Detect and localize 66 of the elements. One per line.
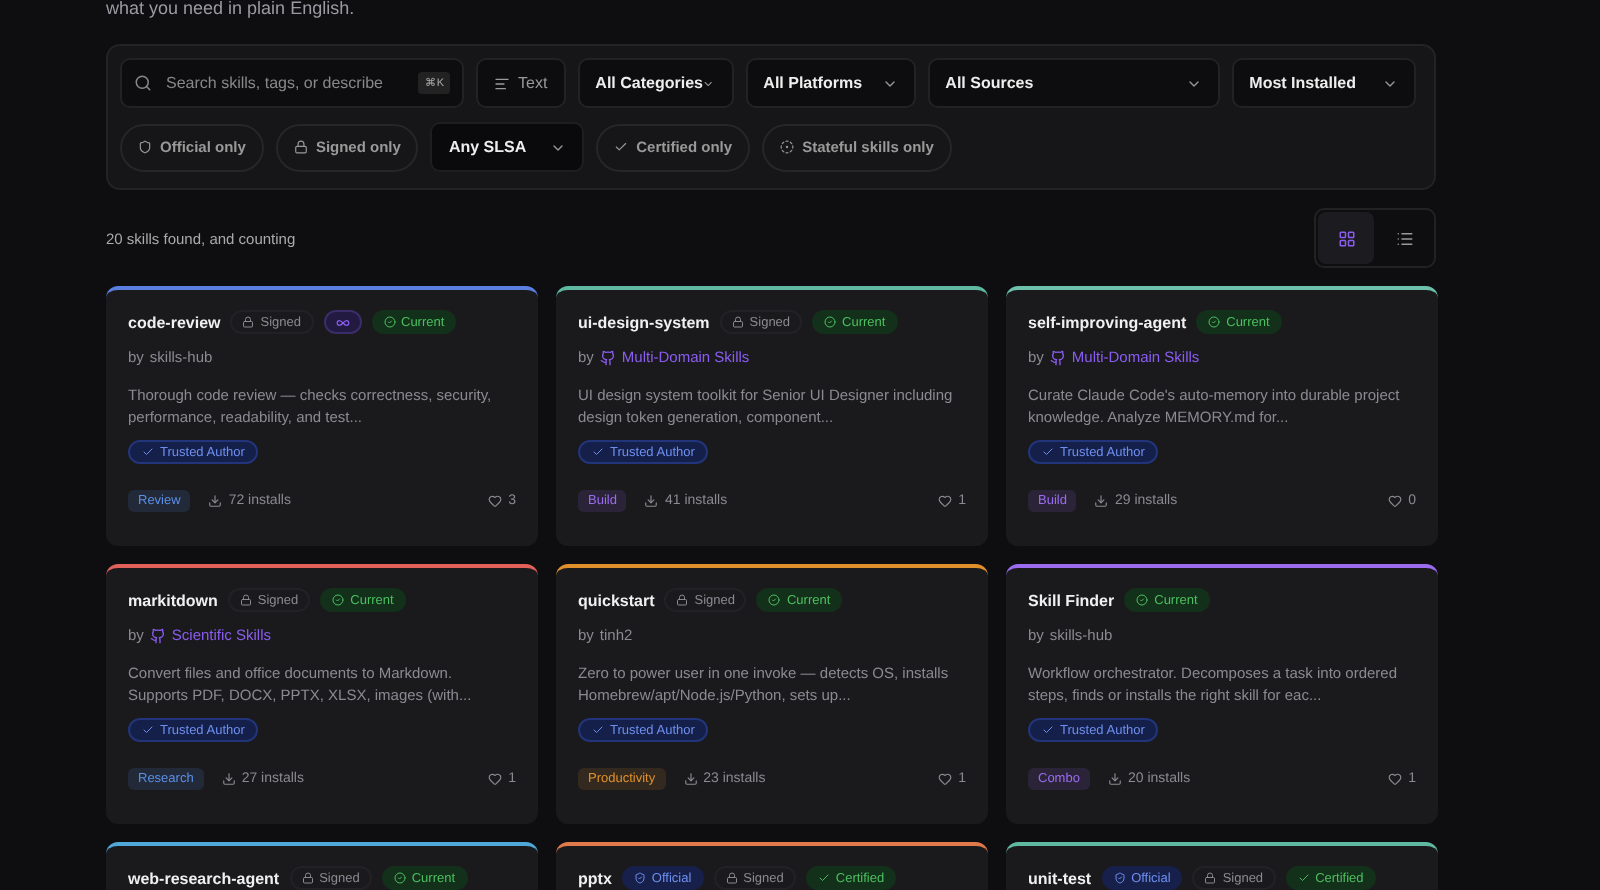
skill-title: Skill Finder xyxy=(1028,591,1115,609)
skill-title: ui-design-system xyxy=(578,313,710,331)
check-circle-icon xyxy=(332,594,345,606)
filter-select[interactable]: All Categories xyxy=(577,58,734,108)
check-icon xyxy=(1042,724,1054,736)
check-icon xyxy=(142,724,154,736)
search-field[interactable]: Search skills, tags, or describe xyxy=(162,72,409,94)
intro-text: what you need in plain English. xyxy=(106,0,357,20)
chip-icon xyxy=(780,140,795,154)
filter-select[interactable]: All Platforms xyxy=(745,58,916,108)
check-icon xyxy=(1042,446,1054,458)
heart-icon xyxy=(1388,494,1403,508)
download-icon xyxy=(683,772,698,786)
search-icon xyxy=(134,74,152,92)
grid-view-button[interactable] xyxy=(1318,212,1374,264)
heart-icon xyxy=(488,772,503,786)
github-icon xyxy=(599,349,616,365)
lock-icon xyxy=(239,594,252,606)
check-circle-icon xyxy=(824,316,837,328)
lines-icon xyxy=(494,75,510,91)
lock-icon xyxy=(676,594,689,606)
download-icon xyxy=(1107,772,1122,786)
chip-icon xyxy=(614,140,629,154)
skill-title: web-research-agent xyxy=(128,869,280,887)
heart-icon xyxy=(938,772,953,786)
heart-icon xyxy=(1388,772,1403,786)
filter-select[interactable]: Most Installed xyxy=(1231,58,1416,108)
check-icon xyxy=(1297,872,1310,884)
heart-icon xyxy=(488,494,503,508)
check-icon xyxy=(817,872,830,884)
download-icon xyxy=(644,494,659,508)
skill-title: self-improving-agent xyxy=(1028,313,1187,331)
download-icon xyxy=(1094,494,1109,508)
download-icon xyxy=(221,772,236,786)
lock-icon xyxy=(242,316,255,328)
github-icon xyxy=(1049,349,1066,365)
shield-icon xyxy=(1113,872,1126,884)
skill-title: unit-test xyxy=(1028,869,1092,887)
check-icon xyxy=(592,724,604,736)
lock-icon xyxy=(731,316,744,328)
grid-icon xyxy=(1337,229,1355,247)
check-circle-icon xyxy=(1136,594,1149,606)
skill-title: code-review xyxy=(128,313,221,331)
slsa-select[interactable]: Any SLSA xyxy=(430,122,585,172)
lock-icon xyxy=(301,872,314,884)
chip-icon xyxy=(293,140,308,154)
check-circle-icon xyxy=(393,872,406,884)
filter-select[interactable]: All Sources xyxy=(927,58,1220,108)
download-icon xyxy=(208,494,223,508)
skill-title: quickstart xyxy=(578,591,655,609)
shield-icon xyxy=(633,872,646,884)
skill-title: pptx xyxy=(578,869,612,887)
skill-title: markitdown xyxy=(128,591,218,609)
check-circle-icon xyxy=(383,316,395,328)
check-icon xyxy=(142,446,154,458)
check-icon xyxy=(592,446,604,458)
heart-icon xyxy=(938,494,953,508)
list-icon xyxy=(1395,229,1413,247)
lock-icon xyxy=(1204,872,1217,884)
infinity-icon xyxy=(335,315,349,329)
check-circle-icon xyxy=(768,594,781,606)
lock-icon xyxy=(725,872,738,884)
text-mode-button[interactable]: Text xyxy=(476,58,566,108)
github-icon xyxy=(149,627,166,643)
chip-icon xyxy=(138,140,152,154)
check-circle-icon xyxy=(1208,316,1221,328)
